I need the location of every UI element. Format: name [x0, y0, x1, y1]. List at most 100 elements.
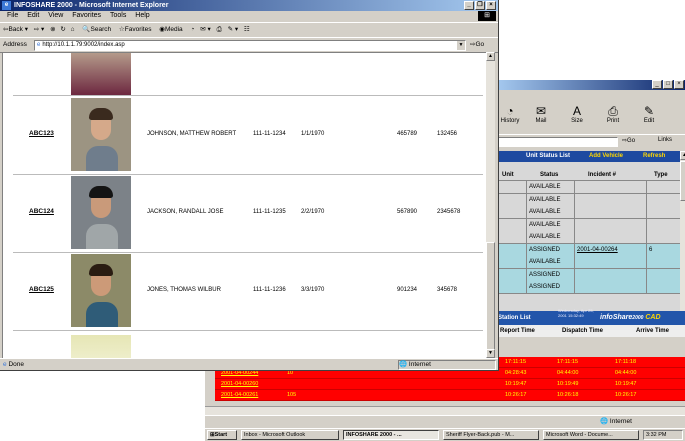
search-button[interactable]: 🔍Search	[82, 26, 111, 33]
person-id: 345678	[437, 287, 458, 293]
incident-link[interactable]	[574, 281, 647, 293]
back-address-field[interactable]	[498, 137, 618, 147]
incident-link[interactable]	[574, 181, 647, 193]
mail-button[interactable]: ✉ Mail	[526, 104, 556, 124]
refresh-icon[interactable]: ↻	[60, 26, 65, 33]
done-icon: e	[3, 361, 7, 368]
incident-link[interactable]	[574, 268, 647, 281]
unit-link[interactable]: ABC124	[29, 208, 54, 215]
scroll-thumb[interactable]	[680, 161, 685, 201]
unit-status-row[interactable]: ASSIGNED	[496, 281, 680, 294]
task-infoshare[interactable]: INFOSHARE 2000 - ...	[343, 430, 439, 440]
media-button[interactable]: ◉Media	[159, 26, 182, 33]
back-go-label: Go	[627, 138, 636, 144]
task-publisher[interactable]: Sheriff Flyer-Back.pub - M...	[443, 430, 539, 440]
unit-status-row[interactable]: AVAILABLE	[496, 206, 680, 219]
unit-status-row[interactable]: AVAILABLE	[496, 218, 680, 232]
minimize-button[interactable]: _	[464, 1, 474, 10]
scroll-up-arrow[interactable]: ▲	[486, 52, 495, 61]
start-button[interactable]: ⊞Start	[207, 430, 237, 440]
incident-link[interactable]	[574, 206, 647, 218]
edit-icon[interactable]: ✎ ▾	[228, 26, 239, 33]
taskbar: ⊞Start Inbox - Microsoft Outlook INFOSHA…	[205, 428, 685, 441]
menu-tools[interactable]: Tools	[110, 12, 126, 19]
unit-status-row[interactable]: ASSIGNED	[496, 268, 680, 282]
unit-status-row[interactable]: AVAILABLE	[496, 256, 680, 269]
ie-vscroll[interactable]: ▲ ▼	[486, 52, 495, 358]
incident-link[interactable]	[574, 218, 647, 231]
add-vehicle-tab[interactable]: Add Vehicle	[589, 151, 623, 162]
back-button[interactable]: ⇦Back ▾	[3, 26, 28, 33]
dispatch-incident[interactable]: 2001-04-00261	[221, 390, 258, 400]
unit-status-row[interactable]: AVAILABLE	[496, 231, 680, 244]
dispatch-row[interactable]: 2001-04-00260 10:19:47 10:19:49 10:19:47	[215, 379, 685, 390]
person-number: 901234	[397, 287, 418, 293]
close-button[interactable]: ×	[486, 1, 496, 10]
scroll-thumb[interactable]	[486, 242, 495, 352]
home-icon[interactable]: ⌂	[71, 26, 75, 33]
back-window-titlebar[interactable]: _ □ ×	[496, 80, 685, 90]
incident-link[interactable]	[574, 231, 647, 243]
dispatch-incident[interactable]: 2001-04-00260	[221, 379, 258, 389]
stop-icon[interactable]: ⊗	[50, 26, 55, 33]
dispatch-hscroll[interactable]	[205, 406, 685, 415]
unit-link[interactable]: ABC125	[29, 286, 54, 293]
menu-favorites[interactable]: Favorites	[72, 12, 101, 19]
print-button[interactable]: ⎙ Print	[598, 104, 628, 124]
incident-type: 6	[646, 243, 679, 256]
restore-button[interactable]: ❐	[475, 1, 485, 10]
back-links-button[interactable]: Links	[658, 137, 672, 143]
unit-status: AVAILABLE	[526, 256, 575, 268]
ie-titlebar[interactable]: e INFOSHARE 2000 - Microsoft Internet Ex…	[0, 0, 498, 11]
unit-status-list-tab[interactable]: Unit Status List	[526, 151, 570, 162]
history-icon[interactable]: ◔	[191, 26, 195, 33]
print-icon[interactable]: ⎙	[217, 26, 222, 33]
unit-link[interactable]: ABC123	[29, 130, 54, 137]
address-input[interactable]: e http://10.1.1.79:9002/index.asp ▼	[34, 40, 466, 51]
unit-status-panel: Unit Status List Add Vehicle Refresh Uni…	[496, 151, 685, 311]
edit-button[interactable]: ✎ Edit	[634, 104, 664, 124]
history-button[interactable]: ◔ History	[496, 104, 524, 124]
unit-status-scrollbar[interactable]: ▲	[680, 151, 685, 311]
report-time: 17:11:15	[505, 359, 527, 365]
station-list-link[interactable]: Station List	[498, 311, 531, 325]
forward-button[interactable]: ⇨ ▾	[34, 26, 45, 33]
minimize-button[interactable]: _	[652, 80, 662, 89]
maximize-button[interactable]: □	[663, 80, 673, 89]
menu-edit[interactable]: Edit	[27, 12, 39, 19]
dispatch-time: 10:26:18	[557, 392, 579, 398]
menu-help[interactable]: Help	[135, 12, 149, 19]
close-button[interactable]: ×	[674, 80, 684, 89]
print-label: Print	[606, 118, 620, 124]
unit-status-row[interactable]: AVAILABLE	[496, 193, 680, 207]
favorites-button[interactable]: ☆Favorites	[119, 26, 152, 33]
ie-address-bar: Address e http://10.1.1.79:9002/index.asp…	[0, 37, 498, 53]
dispatch-time: 17:11:15	[557, 359, 579, 365]
unit-status: AVAILABLE	[526, 193, 575, 206]
back-go-button[interactable]: ⇨Go	[622, 137, 635, 144]
refresh-tab[interactable]: Refresh	[643, 151, 665, 162]
go-button[interactable]: ⇨Go	[470, 38, 484, 51]
person-dob: 3/3/1970	[301, 287, 325, 293]
unit-status-row[interactable]: AVAILABLE	[496, 181, 680, 194]
zone-panel: 🌐 Internet	[398, 360, 496, 370]
incident-link[interactable]	[574, 193, 647, 206]
globe-icon: 🌐	[399, 361, 408, 368]
task-word[interactable]: Microsoft Word - Docume...	[543, 430, 639, 440]
incident-link[interactable]	[574, 256, 647, 268]
task-outlook[interactable]: Inbox - Microsoft Outlook	[241, 430, 339, 440]
ie-statusbar: e Done 🌐 Internet	[0, 358, 498, 370]
incident-link[interactable]: 2001-04-00264	[574, 243, 647, 256]
address-dropdown-icon[interactable]: ▼	[457, 41, 465, 50]
scroll-up-arrow[interactable]: ▲	[680, 151, 685, 160]
unit-status-row[interactable]: ASSIGNED 2001-04-00264 6	[496, 243, 680, 257]
scroll-down-arrow[interactable]: ▼	[486, 349, 495, 358]
mail-icon[interactable]: ✉ ▾	[200, 26, 211, 33]
unit-status: AVAILABLE	[526, 218, 575, 231]
size-button[interactable]: A Size	[562, 104, 592, 124]
ie-menubar: File Edit View Favorites Tools Help ⊞	[0, 11, 498, 21]
menu-view[interactable]: View	[48, 12, 63, 19]
discuss-icon[interactable]: ☷	[244, 26, 250, 33]
menu-file[interactable]: File	[7, 12, 18, 19]
dispatch-row[interactable]: 2001-04-00261 105 10:26:17 10:26:18 10:26:17	[215, 390, 685, 401]
